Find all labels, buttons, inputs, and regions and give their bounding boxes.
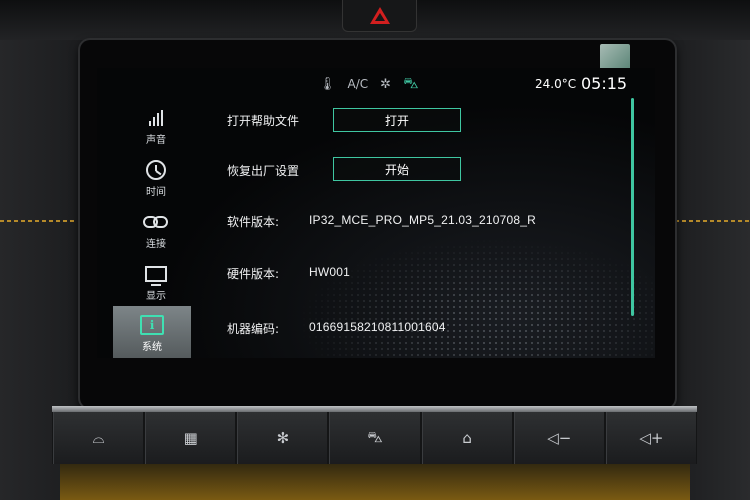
clock-icon xyxy=(146,159,166,181)
fan-auto-icon[interactable]: ✲ xyxy=(380,77,391,92)
open-help-button[interactable]: 打开 xyxy=(333,108,461,132)
hazard-icon xyxy=(369,7,390,24)
volume-bars-icon xyxy=(149,107,163,129)
sidebar-item-label: 连接 xyxy=(146,238,166,250)
sidebar-item-time[interactable]: 时间 xyxy=(121,152,191,204)
front-defrost-icon: ⌓ xyxy=(92,429,105,447)
fan-climate-icon: ✻ xyxy=(276,429,290,447)
temperature-readout: 24.0°C xyxy=(535,77,577,91)
volume-up-icon: ◁+ xyxy=(639,429,664,447)
ac-label[interactable]: A/C xyxy=(348,77,369,91)
settings-sidebar: 声音 时间 连接 显示 ℹ 系统 xyxy=(97,100,191,358)
hardware-version-label: 硬件版本: xyxy=(227,267,280,281)
hardware-version-value: HW001 xyxy=(309,265,351,279)
rear-defrost-icon: ▦ xyxy=(183,429,198,447)
software-version-label: 软件版本: xyxy=(227,215,280,229)
system-info-icon: ℹ xyxy=(140,314,164,336)
sidebar-item-label: 声音 xyxy=(146,134,166,146)
bezel-sticker xyxy=(600,44,630,70)
sidebar-item-connect[interactable]: 连接 xyxy=(121,204,191,256)
hardware-button-row: ⌓ ▦ ✻ ⛍ ⌂ ◁− ◁+ xyxy=(52,412,697,464)
factory-reset-label: 恢复出厂设置 xyxy=(227,164,300,178)
yellow-trim xyxy=(60,460,690,500)
thermometer-icon: 🌡︎ xyxy=(319,76,336,92)
machine-code-label: 机器编码: xyxy=(227,322,280,336)
link-icon xyxy=(143,211,169,233)
help-file-label: 打开帮助文件 xyxy=(227,114,300,128)
volume-down-icon: ◁− xyxy=(547,429,572,447)
vehicle-button[interactable]: ⛍ xyxy=(329,412,420,464)
volume-up-button[interactable]: ◁+ xyxy=(605,412,696,464)
start-reset-button[interactable]: 开始 xyxy=(333,157,461,181)
monitor-icon xyxy=(145,263,167,286)
scrollbar[interactable] xyxy=(631,98,634,316)
sidebar-item-sound[interactable]: 声音 xyxy=(121,100,191,152)
volume-down-button[interactable]: ◁− xyxy=(513,412,604,464)
machine-code-value: 01669158210811001604 xyxy=(309,320,446,334)
home-button[interactable]: ⌂ xyxy=(421,412,512,464)
software-version-value: IP32_MCE_PRO_MP5_21.03_210708_R xyxy=(309,213,537,227)
car-status-icon[interactable]: ⛍ xyxy=(403,74,418,94)
sidebar-item-display[interactable]: 显示 xyxy=(121,256,191,308)
stitching-right xyxy=(675,220,750,222)
hazard-button[interactable] xyxy=(342,0,417,32)
sidebar-item-label: 时间 xyxy=(146,186,166,198)
car-icon: ⛍ xyxy=(367,428,383,446)
home-icon: ⌂ xyxy=(462,429,472,447)
background-wave-graphic xyxy=(295,238,655,358)
sidebar-item-label: 显示 xyxy=(146,290,166,302)
sidebar-item-label: 系统 xyxy=(142,341,162,353)
climate-button[interactable]: ✻ xyxy=(237,412,328,464)
sidebar-item-system[interactable]: ℹ 系统 xyxy=(113,306,191,358)
stitching-left xyxy=(0,220,75,222)
status-bar: 🌡︎ A/C ✲ ⛍ 24.0°C 05:15 xyxy=(97,68,655,100)
clock-time: 05:15 xyxy=(581,74,628,93)
infotainment-screen: 🌡︎ A/C ✲ ⛍ 24.0°C 05:15 声音 时间 连接 显示 ℹ 系统… xyxy=(97,68,655,358)
rear-defrost-button[interactable]: ▦ xyxy=(145,412,236,464)
front-defrost-button[interactable]: ⌓ xyxy=(53,412,144,464)
